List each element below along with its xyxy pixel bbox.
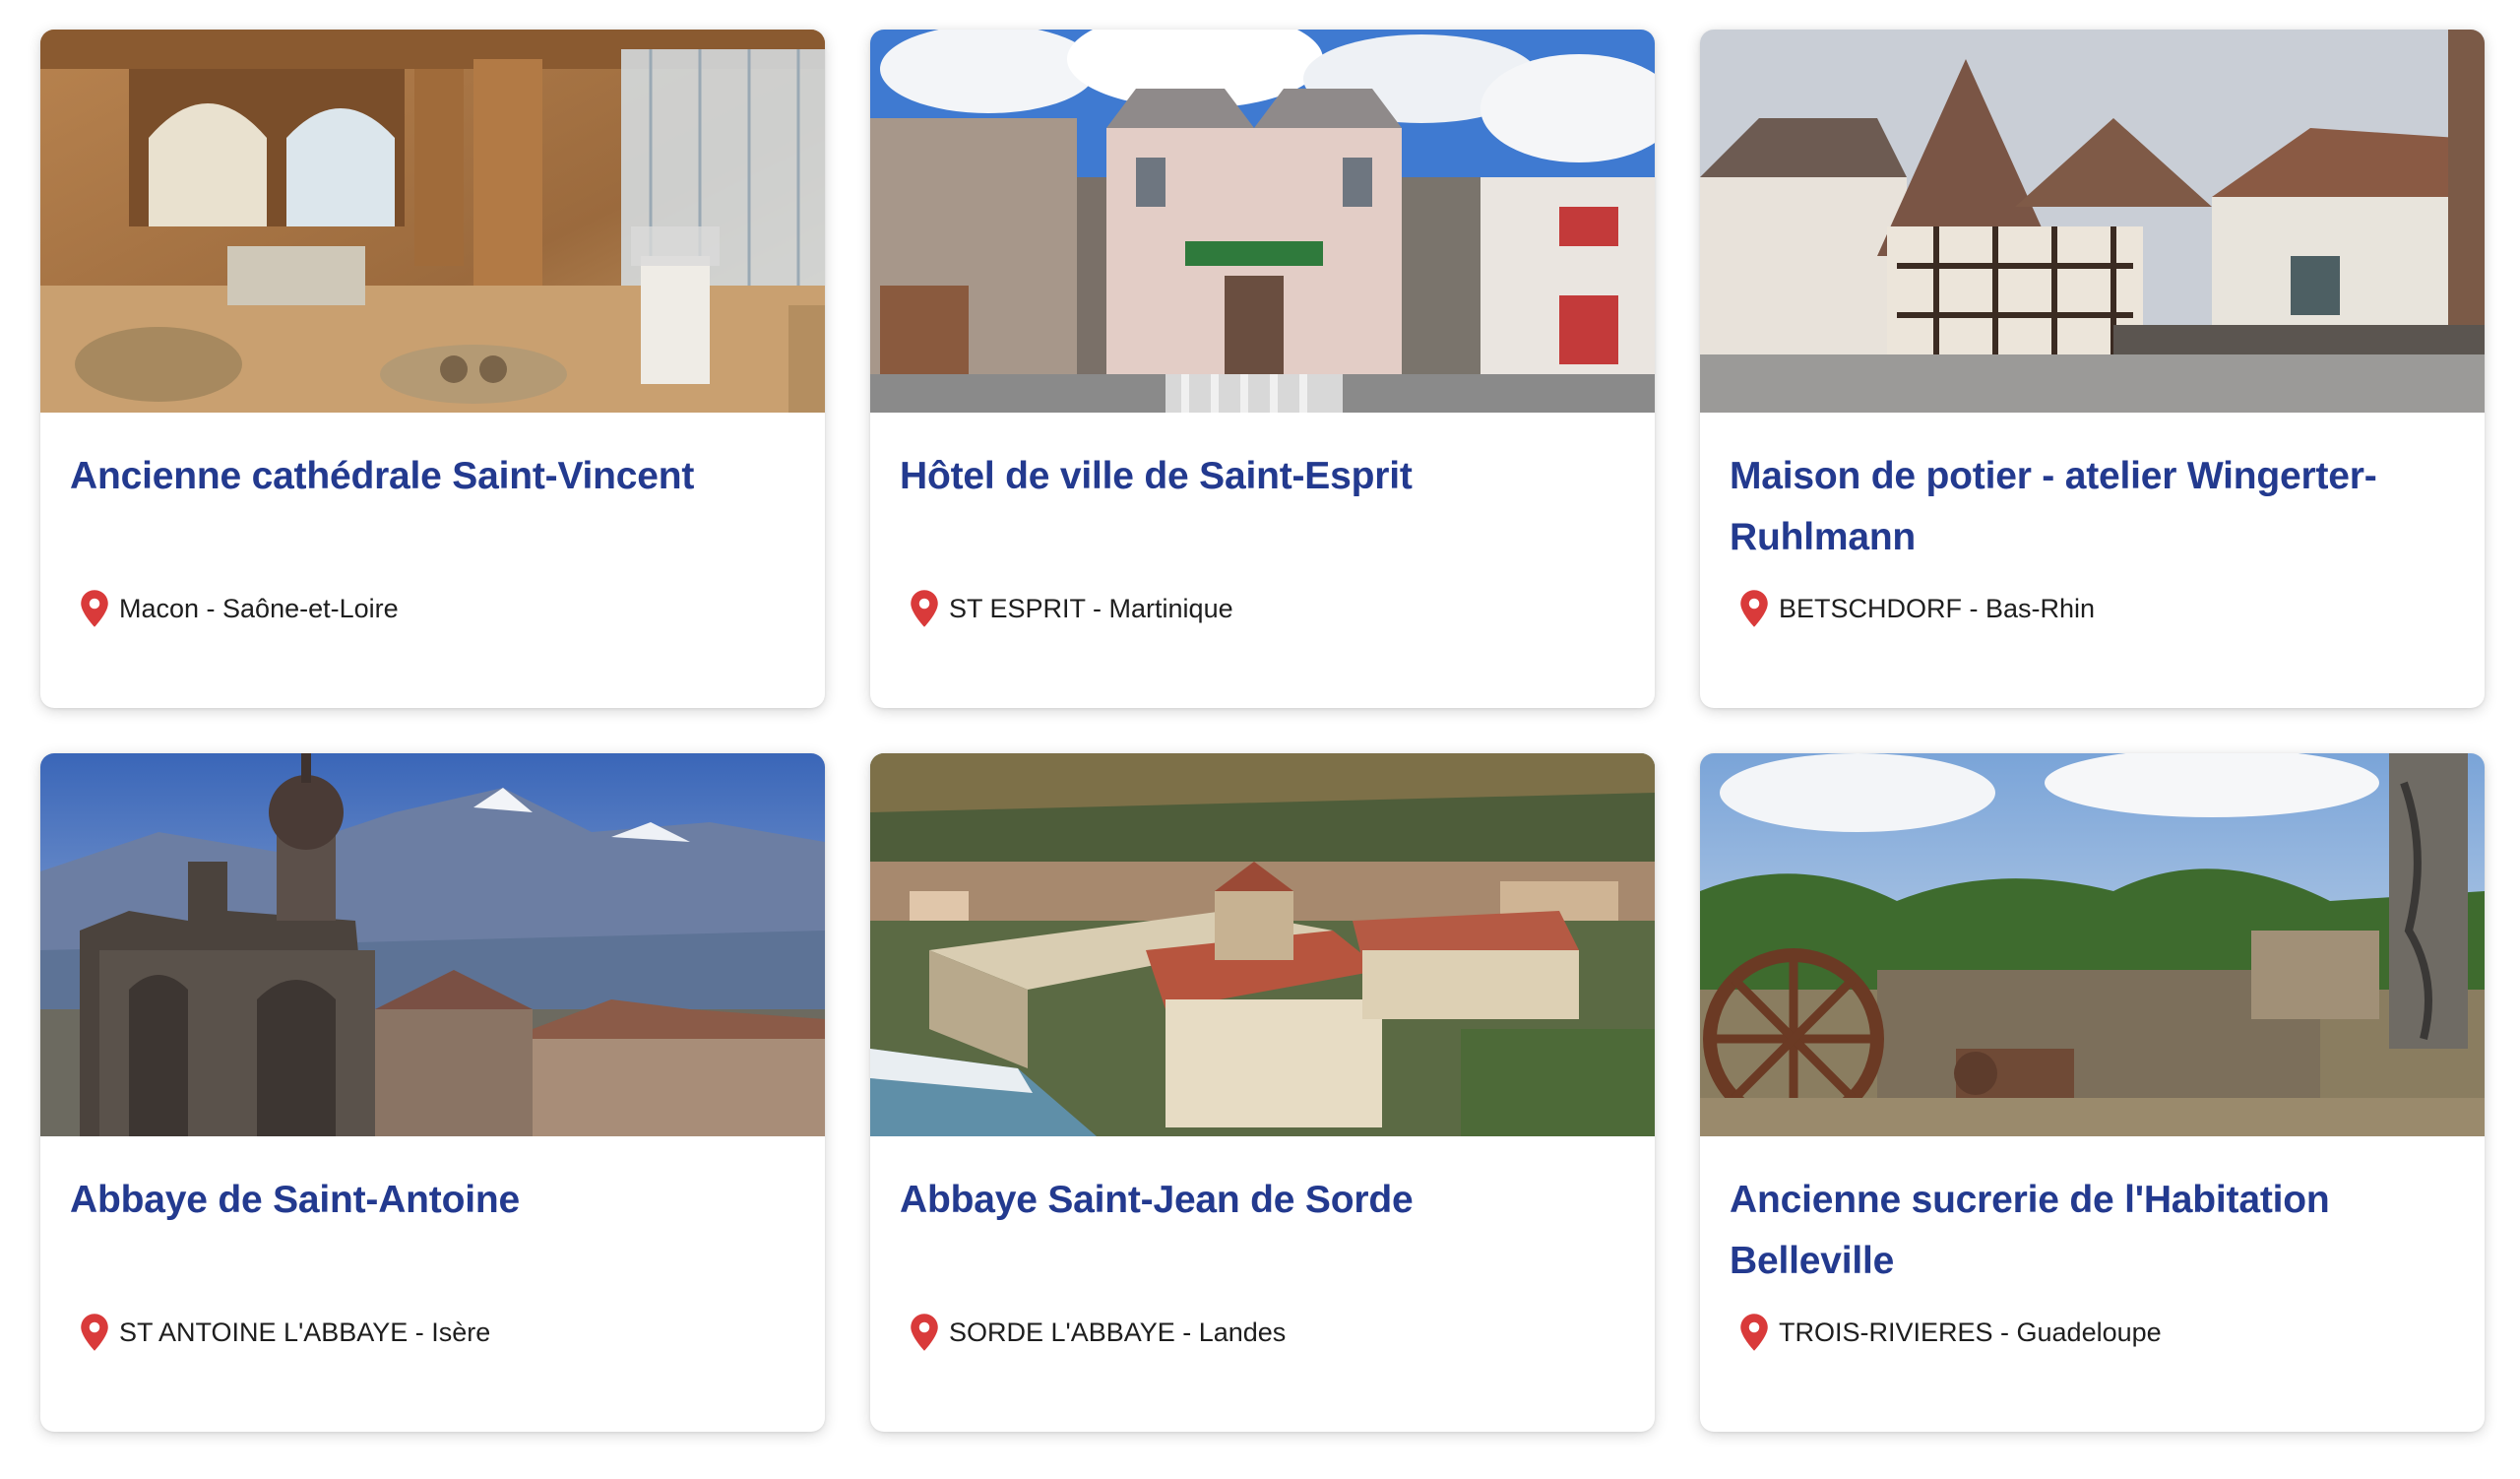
card-body: Maison de potier - atelier Wingerter-Ruh…	[1700, 413, 2485, 627]
map-pin-icon	[81, 590, 108, 627]
map-pin-icon	[911, 1314, 938, 1351]
card-photo[interactable]	[1700, 753, 2485, 1136]
monument-card[interactable]: Hôtel de ville de Saint-Esprit ST ESPRIT…	[870, 30, 1655, 708]
card-location: SORDE L'ABBAYE - Landes	[900, 1314, 1625, 1351]
card-location: ST ESPRIT - Martinique	[900, 590, 1625, 627]
map-pin-icon	[1740, 1314, 1768, 1351]
location-text: Macon - Saône-et-Loire	[119, 593, 399, 623]
location-text: ST ESPRIT - Martinique	[949, 593, 1233, 623]
map-pin-icon	[1740, 590, 1768, 627]
monument-card[interactable]: Abbaye Saint-Jean de Sorde SORDE L'ABBAY…	[870, 753, 1655, 1432]
card-photo[interactable]	[1700, 30, 2485, 413]
card-body: Abbaye Saint-Jean de Sorde SORDE L'ABBAY…	[870, 1136, 1655, 1351]
monument-card[interactable]: Abbaye de Saint-Antoine ST ANTOINE L'ABB…	[40, 753, 825, 1432]
map-pin-icon	[911, 590, 938, 627]
card-location: BETSCHDORF - Bas-Rhin	[1730, 590, 2455, 627]
card-location: TROIS-RIVIERES - Guadeloupe	[1730, 1314, 2455, 1351]
location-text: SORDE L'ABBAYE - Landes	[949, 1317, 1287, 1347]
card-title[interactable]: Ancienne sucrerie de l'Habitation Bellev…	[1730, 1170, 2455, 1292]
card-photo[interactable]	[870, 753, 1655, 1136]
monument-card[interactable]: Ancienne sucrerie de l'Habitation Bellev…	[1700, 753, 2485, 1432]
monument-card[interactable]: Ancienne cathédrale Saint-Vincent Macon …	[40, 30, 825, 708]
card-body: Ancienne cathédrale Saint-Vincent Macon …	[40, 413, 825, 627]
card-location: ST ANTOINE L'ABBAYE - Isère	[70, 1314, 795, 1351]
card-photo[interactable]	[40, 753, 825, 1136]
location-text: BETSCHDORF - Bas-Rhin	[1779, 593, 2096, 623]
card-title[interactable]: Maison de potier - atelier Wingerter-Ruh…	[1730, 446, 2455, 568]
card-photo[interactable]	[40, 30, 825, 413]
location-text: ST ANTOINE L'ABBAYE - Isère	[119, 1317, 491, 1347]
card-location: Macon - Saône-et-Loire	[70, 590, 795, 627]
card-photo[interactable]	[870, 30, 1655, 413]
card-title[interactable]: Abbaye de Saint-Antoine	[70, 1170, 795, 1292]
card-body: Ancienne sucrerie de l'Habitation Bellev…	[1700, 1136, 2485, 1351]
card-title[interactable]: Ancienne cathédrale Saint-Vincent	[70, 446, 795, 568]
map-pin-icon	[81, 1314, 108, 1351]
monument-card[interactable]: Maison de potier - atelier Wingerter-Ruh…	[1700, 30, 2485, 708]
monument-card-grid: Ancienne cathédrale Saint-Vincent Macon …	[40, 30, 2485, 1432]
card-title[interactable]: Abbaye Saint-Jean de Sorde	[900, 1170, 1625, 1292]
card-title[interactable]: Hôtel de ville de Saint-Esprit	[900, 446, 1625, 568]
card-body: Hôtel de ville de Saint-Esprit ST ESPRIT…	[870, 413, 1655, 627]
location-text: TROIS-RIVIERES - Guadeloupe	[1779, 1317, 2162, 1347]
card-body: Abbaye de Saint-Antoine ST ANTOINE L'ABB…	[40, 1136, 825, 1351]
